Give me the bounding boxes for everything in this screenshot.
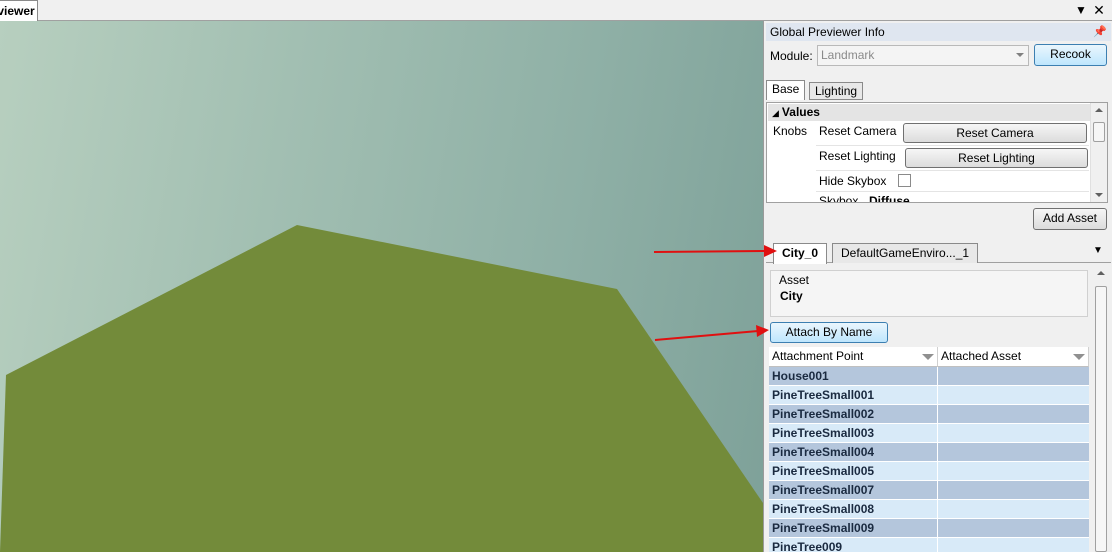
property-name: Hide Skybox: [819, 174, 887, 188]
scroll-thumb[interactable]: [1093, 122, 1105, 142]
asset-name: City: [780, 289, 803, 303]
chevron-down-icon[interactable]: [922, 354, 934, 360]
table-row[interactable]: PineTreeSmall008: [769, 500, 1089, 519]
values-section-header[interactable]: ◢ Values: [768, 104, 1090, 121]
attached-asset-cell[interactable]: [939, 538, 1089, 552]
property-scrollbar[interactable]: [1090, 103, 1107, 202]
property-grid: ◢ Values Knobs Reset Camera Reset Camera …: [766, 102, 1108, 203]
collapse-triangle-icon[interactable]: ◢: [772, 108, 779, 118]
table-row[interactable]: PineTreeSmall003: [769, 424, 1089, 443]
attached-asset-cell[interactable]: [939, 386, 1089, 404]
property-name: Skybox: [819, 194, 859, 203]
attachment-point-cell: PineTreeSmall002: [769, 405, 938, 423]
module-select[interactable]: Landmark: [817, 45, 1029, 66]
tab-city-0[interactable]: City_0: [773, 243, 828, 264]
pin-icon[interactable]: 📌: [1093, 23, 1107, 41]
panel-title: Global Previewer Info 📌: [766, 23, 1111, 41]
asset-group: Asset City: [770, 270, 1088, 317]
attachment-point-cell: PineTreeSmall005: [769, 462, 938, 480]
tab-lighting[interactable]: Lighting: [809, 82, 864, 100]
attachment-point-cell: PineTreeSmall007: [769, 481, 938, 499]
column-header-attachment-point[interactable]: Attachment Point: [769, 347, 938, 367]
attached-asset-cell[interactable]: [939, 500, 1089, 518]
attachment-point-cell: PineTreeSmall003: [769, 424, 938, 442]
scroll-thumb[interactable]: [1095, 286, 1107, 552]
document-tab-strip: Previewer ▼ ✕: [0, 0, 1112, 21]
3d-viewport[interactable]: [0, 21, 763, 552]
chevron-down-icon[interactable]: ▼: [1074, 2, 1088, 18]
scroll-up-icon[interactable]: [1095, 108, 1103, 112]
chevron-down-icon[interactable]: [1073, 354, 1085, 360]
property-value[interactable]: Diffuse: [869, 194, 910, 202]
tab-base[interactable]: Base: [766, 80, 806, 100]
attached-asset-cell[interactable]: [939, 424, 1089, 442]
attachment-point-cell: PineTreeSmall009: [769, 519, 938, 537]
scroll-down-icon[interactable]: [1095, 193, 1103, 197]
divider: [816, 170, 1089, 171]
tab-default-game-environment[interactable]: DefaultGameEnviro..._1: [832, 243, 979, 263]
divider: [816, 191, 1089, 192]
attachment-point-cell: PineTreeSmall008: [769, 500, 938, 518]
module-label: Module:: [770, 49, 813, 63]
table-row[interactable]: PineTreeSmall004: [769, 443, 1089, 462]
reset-lighting-button[interactable]: Reset Lighting: [905, 148, 1088, 168]
close-icon[interactable]: ✕: [1092, 2, 1106, 18]
property-name: Reset Lighting: [819, 149, 896, 163]
attached-asset-cell[interactable]: [939, 462, 1089, 480]
chevron-down-icon[interactable]: ▼: [1093, 245, 1103, 256]
attached-asset-cell[interactable]: [939, 519, 1089, 537]
hide-skybox-checkbox[interactable]: [898, 174, 911, 187]
column-header-attached-asset[interactable]: Attached Asset: [938, 347, 1089, 367]
table-row[interactable]: PineTreeSmall009: [769, 519, 1089, 538]
grid-scrollbar[interactable]: [1093, 266, 1110, 552]
terrain-mesh: [0, 225, 763, 552]
table-row[interactable]: PineTreeSmall007: [769, 481, 1089, 500]
attached-asset-cell[interactable]: [939, 481, 1089, 499]
attachment-grid: Attachment Point Attached Asset House001…: [769, 347, 1089, 552]
divider: [816, 145, 1089, 146]
add-asset-button[interactable]: Add Asset: [1033, 208, 1107, 230]
property-name: Reset Camera: [819, 124, 897, 138]
tab-previewer[interactable]: Previewer: [0, 0, 38, 21]
table-row[interactable]: PineTreeSmall005: [769, 462, 1089, 481]
table-row[interactable]: House001: [769, 367, 1089, 386]
attachment-point-cell: PineTreeSmall004: [769, 443, 938, 461]
scroll-up-icon[interactable]: [1097, 271, 1105, 275]
attached-asset-cell[interactable]: [939, 367, 1089, 385]
recook-button[interactable]: Recook: [1034, 44, 1107, 66]
asset-tab-strip: City_0 DefaultGameEnviro..._1 ▼: [766, 241, 1111, 264]
asset-group-label: Asset: [779, 273, 810, 287]
reset-camera-button[interactable]: Reset Camera: [903, 123, 1087, 143]
attachment-point-cell: PineTree009: [769, 538, 938, 552]
knobs-label: Knobs: [773, 124, 808, 138]
chevron-down-icon: [1016, 53, 1024, 57]
attach-by-name-button[interactable]: Attach By Name: [770, 322, 888, 343]
attachment-point-cell: House001: [769, 367, 938, 385]
table-row[interactable]: PineTree009: [769, 538, 1089, 552]
table-row[interactable]: PineTreeSmall001: [769, 386, 1089, 405]
attached-asset-cell[interactable]: [939, 405, 1089, 423]
global-previewer-panel: Global Previewer Info 📌 Module: Landmark…: [763, 21, 1112, 552]
attached-asset-cell[interactable]: [939, 443, 1089, 461]
attachment-point-cell: PineTreeSmall001: [769, 386, 938, 404]
table-row[interactable]: PineTreeSmall002: [769, 405, 1089, 424]
